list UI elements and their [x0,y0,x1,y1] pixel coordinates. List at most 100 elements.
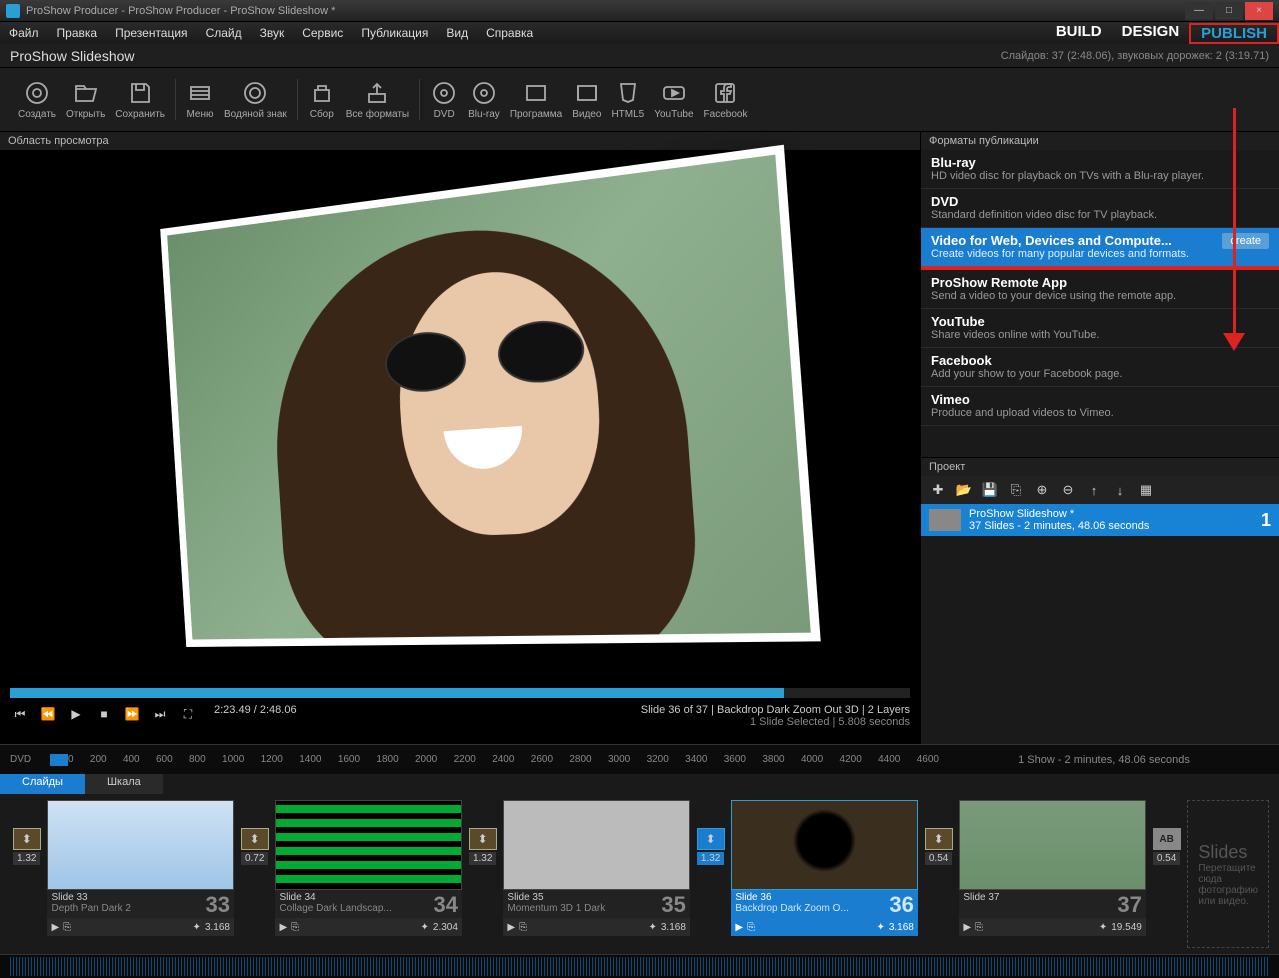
menu-service[interactable]: Сервис [293,26,352,40]
proj-down-icon[interactable]: ↓ [1111,481,1129,499]
proj-up-icon[interactable]: ↑ [1085,481,1103,499]
menu-edit[interactable]: Правка [48,26,107,40]
publish-item[interactable]: FacebookAdd your show to your Facebook p… [921,348,1279,387]
slide-duration: 3.168 [889,922,914,933]
slide-fx-icon[interactable]: ✦ [876,922,884,933]
slide-play-icon[interactable]: ▶ [279,922,287,933]
minimize-button[interactable]: — [1185,2,1213,20]
tool-program[interactable]: Программа [510,79,562,120]
transition-block[interactable]: ⬍0.54 [922,800,955,948]
play-button[interactable]: ▶ [66,704,86,724]
publish-format-list[interactable]: Blu-rayHD video disc for playback on TVs… [921,150,1279,458]
mode-design[interactable]: DESIGN [1112,23,1190,44]
transition-block[interactable]: ⬍1.32 [466,800,499,948]
mode-publish[interactable]: PUBLISH [1189,23,1279,44]
slide-play-icon[interactable]: ▶ [51,922,59,933]
menu-slide[interactable]: Слайд [197,26,251,40]
tool-open[interactable]: Открыть [66,79,105,120]
menu-sound[interactable]: Звук [251,26,294,40]
slide-block[interactable]: Slide 33Depth Pan Dark 233▶⎘✦3.168 [47,800,234,948]
tool-youtube[interactable]: YouTube [654,79,693,120]
proj-new-icon[interactable]: ✚ [929,481,947,499]
slide-thumbnail[interactable] [731,800,918,890]
tool-all-formats[interactable]: Все форматы [346,79,409,120]
video-icon [573,79,601,107]
tool-save[interactable]: Сохранить [115,79,165,120]
slide-copy-icon[interactable]: ⎘ [63,922,71,933]
first-button[interactable]: ⏮ [10,704,30,724]
create-button[interactable]: create [1222,233,1269,249]
slide-fx-icon[interactable]: ✦ [421,922,429,933]
fullscreen-button[interactable]: ⛶ [178,704,198,724]
slide-fx-icon[interactable]: ✦ [193,922,201,933]
slide-block[interactable]: Slide 35Momentum 3D 1 Dark35▶⎘✦3.168 [503,800,690,948]
slide-fx-icon[interactable]: ✦ [648,922,656,933]
slide-copy-icon[interactable]: ⎘ [519,922,527,933]
slide-copy-icon[interactable]: ⎘ [975,922,983,933]
proj-open-icon[interactable]: 📂 [955,481,973,499]
maximize-button[interactable]: □ [1215,2,1243,20]
slide-block[interactable]: Slide 36Backdrop Dark Zoom O...36▶⎘✦3.16… [731,800,918,948]
slide-play-icon[interactable]: ▶ [735,922,743,933]
drop-zone[interactable]: SlidesПеретащите сюда фотографию или вид… [1187,800,1269,948]
tool-menu[interactable]: Меню [186,79,214,120]
tool-new[interactable]: Создать [18,79,56,120]
transition-block[interactable]: ⬍0.72 [238,800,271,948]
preview-area[interactable] [0,150,920,682]
tool-video[interactable]: Видео [572,79,601,120]
slide-copy-icon[interactable]: ⎘ [291,922,299,933]
drop-title: Slides [1198,842,1258,863]
publish-item[interactable]: ProShow Remote AppSend a video to your d… [921,270,1279,309]
slide-fx-icon[interactable]: ✦ [1099,922,1107,933]
proj-add-icon[interactable]: ⊕ [1033,481,1051,499]
slide-play-icon[interactable]: ▶ [507,922,515,933]
slide-thumbnail[interactable] [503,800,690,890]
publish-item-title: Facebook [931,353,1269,368]
tool-facebook[interactable]: Facebook [704,79,748,120]
stop-button[interactable]: ■ [94,704,114,724]
slide-thumbnail[interactable] [959,800,1146,890]
progress-bar[interactable] [10,688,910,698]
publish-item[interactable]: DVDStandard definition video disc for TV… [921,189,1279,228]
slide-copy-icon[interactable]: ⎘ [747,922,755,933]
forward-button[interactable]: ⏩ [122,704,142,724]
tool-html5[interactable]: HTML5 [611,79,644,120]
slide-block[interactable]: Slide 34Collage Dark Landscap...34▶⎘✦2.3… [275,800,462,948]
publish-item[interactable]: Video for Web, Devices and Compute...cre… [921,228,1279,270]
publish-item[interactable]: Blu-rayHD video disc for playback on TVs… [921,150,1279,189]
proj-grid-icon[interactable]: ▦ [1137,481,1155,499]
proj-remove-icon[interactable]: ⊖ [1059,481,1077,499]
ab-transition[interactable]: AB0.54 [1150,800,1183,948]
bluray-icon [470,79,498,107]
slide-play-icon[interactable]: ▶ [963,922,971,933]
transition-block[interactable]: ⬍1.32 [10,800,43,948]
project-item[interactable]: ProShow Slideshow * 37 Slides - 2 minute… [921,504,1279,536]
slide-thumbnail[interactable] [275,800,462,890]
slide-thumbnail[interactable] [47,800,234,890]
tab-scale[interactable]: Шкала [85,774,163,794]
tool-dvd[interactable]: DVD [430,79,458,120]
tool-bluray[interactable]: Blu-ray [468,79,500,120]
timeline-tabs: Слайды Шкала [0,774,1279,794]
timeline[interactable]: ⬍1.32Slide 33Depth Pan Dark 233▶⎘✦3.168⬍… [0,794,1279,954]
menu-file[interactable]: Файл [0,26,48,40]
mode-build[interactable]: BUILD [1046,23,1112,44]
transition-icon: ⬍ [241,828,269,850]
transition-block[interactable]: ⬍1.32 [694,800,727,948]
publish-item[interactable]: VimeoProduce and upload videos to Vimeo. [921,387,1279,426]
last-button[interactable]: ⏭ [150,704,170,724]
proj-dup-icon[interactable]: ⎘ [1007,481,1025,499]
proj-save-icon[interactable]: 💾 [981,481,999,499]
menu-help[interactable]: Справка [477,26,542,40]
tab-slides[interactable]: Слайды [0,774,85,794]
ruler-tick: 2400 [492,754,514,765]
slide-block[interactable]: Slide 3737▶⎘✦19.549 [959,800,1146,948]
menu-view[interactable]: Вид [437,26,477,40]
tool-collect[interactable]: Сбор [308,79,336,120]
close-button[interactable]: × [1245,2,1273,20]
menu-publication[interactable]: Публикация [352,26,437,40]
tool-watermark[interactable]: Водяной знак [224,79,287,120]
folder-open-icon [72,79,100,107]
menu-presentation[interactable]: Презентация [106,26,197,40]
rewind-button[interactable]: ⏪ [38,704,58,724]
